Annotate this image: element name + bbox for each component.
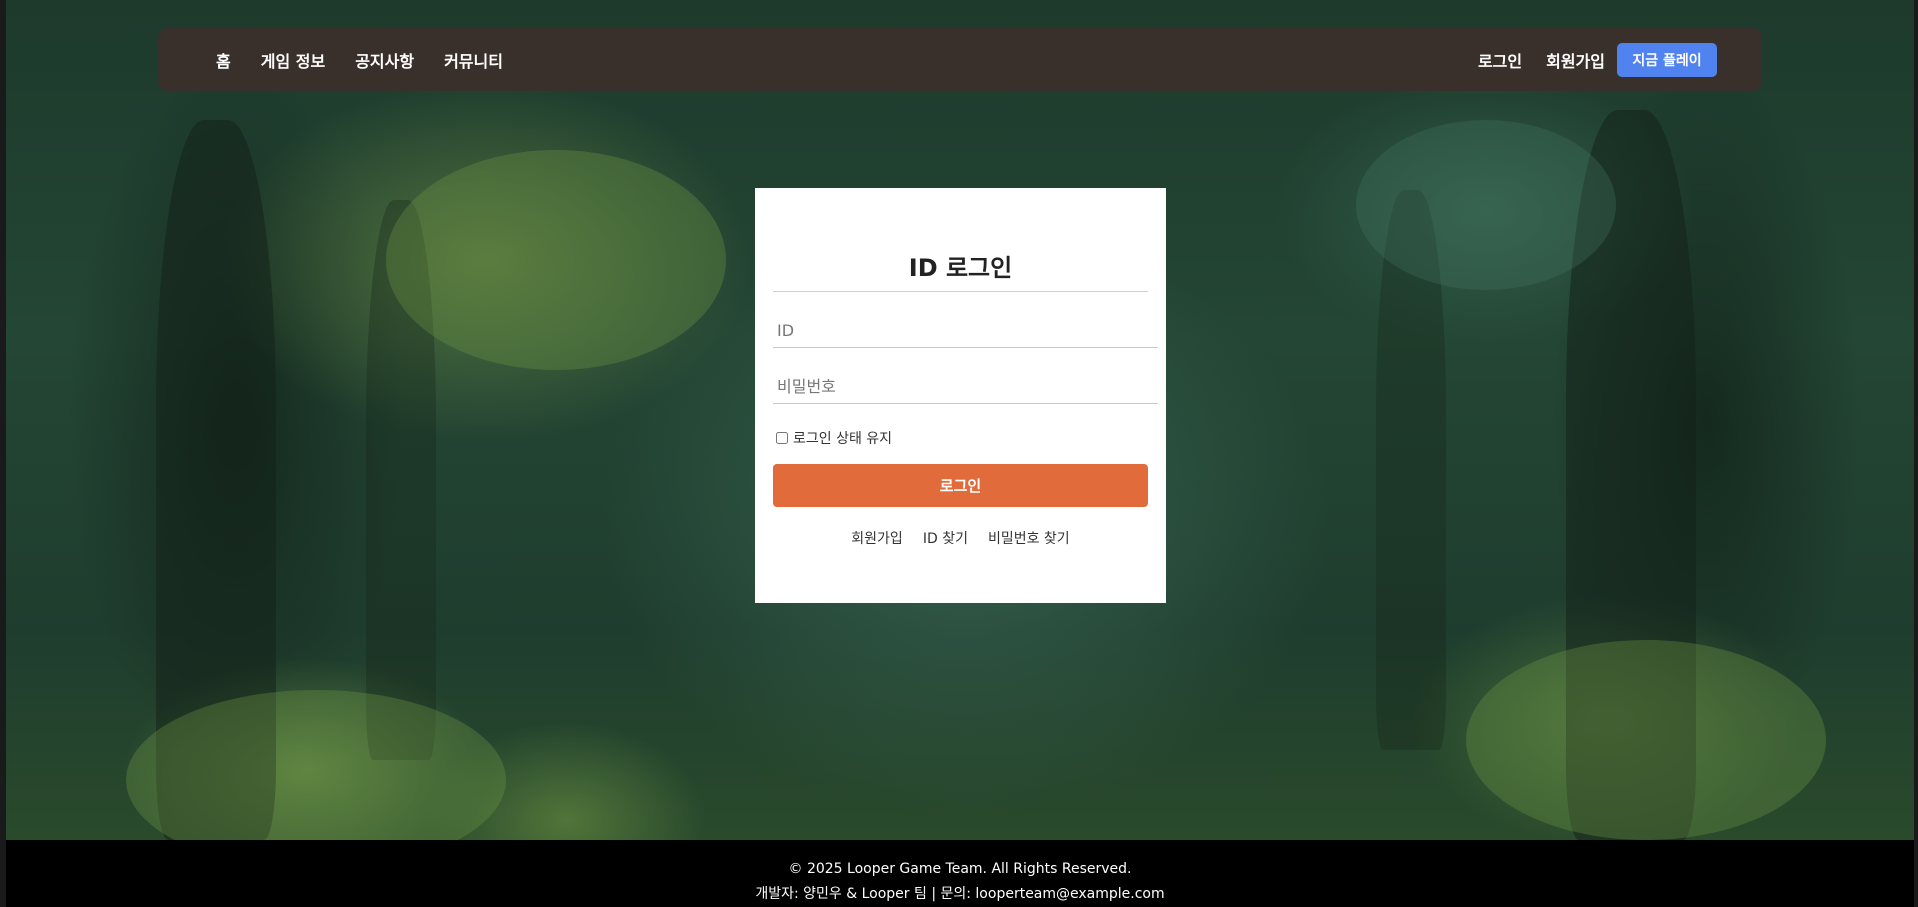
remember-me-row[interactable]: 로그인 상태 유지 bbox=[773, 428, 1148, 448]
page: 홈 게임 정보 공지사항 커뮤니티 로그인 회원가입 지금 플레이 ID 로그인… bbox=[0, 0, 1918, 907]
nav-link-notices[interactable]: 공지사항 bbox=[355, 48, 414, 72]
foliage bbox=[1356, 120, 1616, 290]
nav-login-link[interactable]: 로그인 bbox=[1478, 48, 1522, 72]
remember-me-checkbox[interactable] bbox=[776, 432, 788, 444]
login-title: ID 로그인 bbox=[773, 248, 1148, 292]
nav-link-game-info[interactable]: 게임 정보 bbox=[261, 48, 325, 72]
signup-link[interactable]: 회원가입 bbox=[851, 528, 903, 548]
login-submit-button[interactable]: 로그인 bbox=[773, 464, 1148, 507]
login-links: 회원가입 ID 찾기 비밀번호 찾기 bbox=[773, 528, 1148, 548]
nav-link-community[interactable]: 커뮤니티 bbox=[444, 48, 503, 72]
id-input[interactable] bbox=[773, 304, 1158, 348]
find-password-link[interactable]: 비밀번호 찾기 bbox=[988, 528, 1070, 548]
login-card: ID 로그인 로그인 상태 유지 로그인 회원가입 ID 찾기 비밀번호 찾기 bbox=[755, 188, 1166, 603]
foliage bbox=[386, 150, 726, 370]
window-edge-right bbox=[1914, 0, 1918, 907]
nav-link-home[interactable]: 홈 bbox=[216, 48, 231, 72]
remember-me-label: 로그인 상태 유지 bbox=[793, 431, 893, 447]
play-now-button[interactable]: 지금 플레이 bbox=[1617, 42, 1717, 77]
nav-signup-link[interactable]: 회원가입 bbox=[1546, 48, 1605, 72]
foliage bbox=[1466, 640, 1826, 840]
footer-contact: 개발자: 양민우 & Looper 팀 | 문의: looperteam@exa… bbox=[755, 886, 1165, 902]
find-id-link[interactable]: ID 찾기 bbox=[923, 528, 968, 548]
nav-left-group: 홈 게임 정보 공지사항 커뮤니티 bbox=[216, 48, 533, 72]
password-input[interactable] bbox=[773, 360, 1158, 404]
footer: © 2025 Looper Game Team. All Rights Rese… bbox=[6, 840, 1914, 907]
top-nav-bar: 홈 게임 정보 공지사항 커뮤니티 로그인 회원가입 지금 플레이 bbox=[158, 28, 1762, 91]
nav-right-group: 로그인 회원가입 지금 플레이 bbox=[1478, 42, 1717, 77]
footer-copyright: © 2025 Looper Game Team. All Rights Rese… bbox=[788, 861, 1132, 877]
